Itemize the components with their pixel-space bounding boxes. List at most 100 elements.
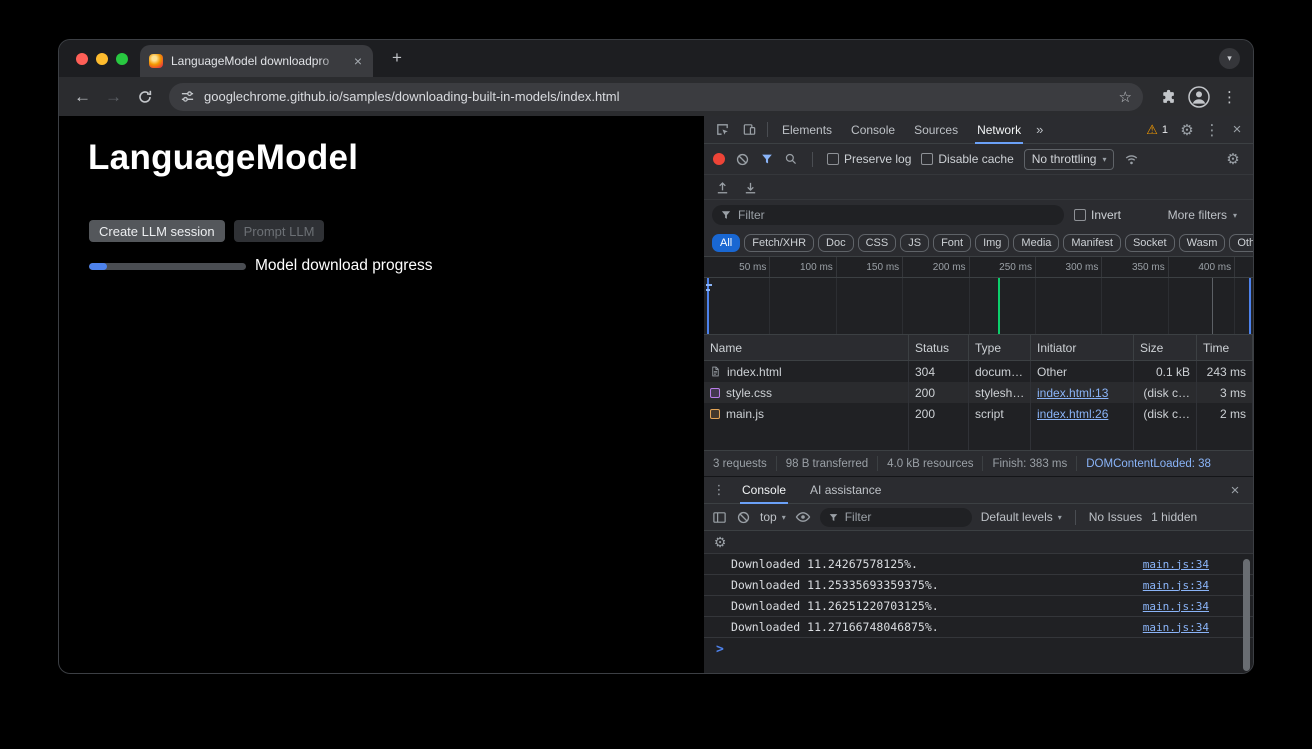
request-time: 2 ms <box>1197 403 1253 424</box>
request-size: 0.1 kB <box>1134 361 1197 382</box>
initiator-link[interactable]: index.html:13 <box>1037 386 1108 400</box>
clear-console-icon[interactable] <box>736 510 751 525</box>
chip-other[interactable]: Other <box>1229 234 1253 252</box>
reload-button[interactable] <box>130 82 159 111</box>
profile-button[interactable] <box>1184 82 1213 111</box>
source-link[interactable]: main.js:34 <box>1143 600 1209 613</box>
console-sidebar-icon[interactable] <box>712 510 727 525</box>
issues-counter[interactable]: ⚠ 1 <box>1141 123 1173 136</box>
chip-img[interactable]: Img <box>975 234 1009 252</box>
table-row[interactable]: style.css 200 stylesh… index.html:13 (di… <box>704 382 1253 403</box>
timeline-tick: 50 ms <box>704 257 770 277</box>
create-llm-session-button[interactable]: Create LLM session <box>89 220 225 242</box>
initiator-link[interactable]: index.html:26 <box>1037 407 1108 421</box>
tab-search-button[interactable]: ▾ <box>1219 48 1240 69</box>
drawer-tabbar: ⋮ Console AI assistance × <box>704 477 1253 504</box>
drawer-tab-ai-assistance[interactable]: AI assistance <box>801 477 890 503</box>
column-time[interactable]: Time <box>1197 335 1253 360</box>
more-filters-button[interactable]: More filters ▾ <box>1168 208 1237 222</box>
console-prompt[interactable]: > <box>704 638 1253 660</box>
maximize-window-button[interactable] <box>116 53 128 65</box>
devtools-menu-button[interactable]: ⋮ <box>1201 121 1223 139</box>
disable-cache-checkbox[interactable]: Disable cache <box>921 152 1013 166</box>
console-scrollbar[interactable] <box>1243 559 1250 671</box>
source-link[interactable]: main.js:34 <box>1143 558 1209 571</box>
chip-wasm[interactable]: Wasm <box>1179 234 1226 252</box>
chip-doc[interactable]: Doc <box>818 234 854 252</box>
summary-requests: 3 requests <box>704 456 777 471</box>
column-type[interactable]: Type <box>969 335 1031 360</box>
table-row[interactable]: index.html 304 docum… Other 0.1 kB 243 m… <box>704 361 1253 382</box>
tab-elements[interactable]: Elements <box>773 116 841 143</box>
network-conditions-icon[interactable] <box>1124 152 1139 167</box>
minimize-window-button[interactable] <box>96 53 108 65</box>
network-overview-timeline[interactable]: 50 ms 100 ms 150 ms 200 ms 250 ms 300 ms… <box>704 257 1253 335</box>
clear-network-log-icon[interactable] <box>735 152 750 167</box>
download-progress-row: Model download progress <box>89 257 433 275</box>
drawer-tab-console[interactable]: Console <box>733 477 795 503</box>
chip-media[interactable]: Media <box>1013 234 1059 252</box>
request-type: docum… <box>969 361 1031 382</box>
console-settings-button[interactable]: ⚙ <box>712 534 728 551</box>
chip-js[interactable]: JS <box>900 234 929 252</box>
bookmark-star-icon[interactable]: ☆ <box>1119 88 1132 106</box>
devtools-close-button[interactable]: × <box>1226 121 1248 138</box>
chip-all[interactable]: All <box>712 234 740 252</box>
har-toolbar <box>704 175 1253 200</box>
hidden-messages-count[interactable]: 1 hidden <box>1151 510 1197 524</box>
export-har-icon[interactable] <box>743 180 758 195</box>
source-link[interactable]: main.js:34 <box>1143 579 1209 592</box>
checkbox-icon <box>1074 209 1086 221</box>
network-filter-input[interactable]: Filter <box>712 205 1064 225</box>
record-network-log-button[interactable] <box>713 153 725 165</box>
site-settings-icon[interactable] <box>180 89 195 104</box>
more-filters-label: More filters <box>1168 208 1227 222</box>
drawer-menu-button[interactable]: ⋮ <box>711 482 727 498</box>
chip-fetch-xhr[interactable]: Fetch/XHR <box>744 234 814 252</box>
column-initiator[interactable]: Initiator <box>1031 335 1134 360</box>
console-filter-input[interactable]: Filter <box>820 508 972 527</box>
column-status[interactable]: Status <box>909 335 969 360</box>
network-settings-button[interactable]: ⚙ <box>1222 150 1244 168</box>
invert-checkbox[interactable]: Invert <box>1074 208 1121 222</box>
tab-sources[interactable]: Sources <box>905 116 967 143</box>
filter-icon[interactable] <box>760 152 774 166</box>
tab-console[interactable]: Console <box>842 116 904 143</box>
throttling-select[interactable]: No throttling ▾ <box>1024 149 1115 170</box>
chip-socket[interactable]: Socket <box>1125 234 1175 252</box>
chip-manifest[interactable]: Manifest <box>1063 234 1121 252</box>
browser-tab[interactable]: LanguageModel downloadpro × <box>140 45 373 77</box>
more-panels-button[interactable]: » <box>1031 122 1048 137</box>
separator <box>1075 510 1076 525</box>
extensions-button[interactable] <box>1153 82 1182 111</box>
search-icon[interactable] <box>784 152 798 166</box>
new-tab-button[interactable]: + <box>387 48 407 68</box>
column-size[interactable]: Size <box>1134 335 1197 360</box>
console-context-select[interactable]: top ▾ <box>760 510 786 524</box>
preserve-log-checkbox[interactable]: Preserve log <box>827 152 911 166</box>
chip-css[interactable]: CSS <box>858 234 897 252</box>
chip-font[interactable]: Font <box>933 234 971 252</box>
timeline-tick: 100 ms <box>770 257 836 277</box>
prompt-chevron-icon: > <box>716 642 724 657</box>
prompt-llm-button[interactable]: Prompt LLM <box>234 220 325 242</box>
tab-close-icon[interactable]: × <box>352 52 364 70</box>
chrome-menu-button[interactable]: ⋮ <box>1215 82 1244 111</box>
tab-network[interactable]: Network <box>968 116 1030 143</box>
issues-status[interactable]: No Issues <box>1089 510 1142 524</box>
devtools-settings-button[interactable]: ⚙ <box>1176 121 1198 139</box>
live-expression-eye-icon[interactable] <box>795 509 811 525</box>
column-name[interactable]: Name <box>704 335 909 360</box>
back-button[interactable]: ← <box>68 82 97 111</box>
source-link[interactable]: main.js:34 <box>1143 621 1209 634</box>
forward-button[interactable]: → <box>99 82 128 111</box>
close-window-button[interactable] <box>76 53 88 65</box>
preserve-log-label: Preserve log <box>844 152 911 166</box>
log-levels-select[interactable]: Default levels ▾ <box>981 510 1062 524</box>
import-har-icon[interactable] <box>715 180 730 195</box>
device-toolbar-button[interactable] <box>736 116 762 143</box>
address-bar[interactable]: googlechrome.github.io/samples/downloadi… <box>169 83 1143 111</box>
table-row[interactable]: main.js 200 script index.html:26 (disk c… <box>704 403 1253 424</box>
drawer-close-button[interactable]: × <box>1224 482 1246 499</box>
inspect-element-button[interactable] <box>709 116 735 143</box>
